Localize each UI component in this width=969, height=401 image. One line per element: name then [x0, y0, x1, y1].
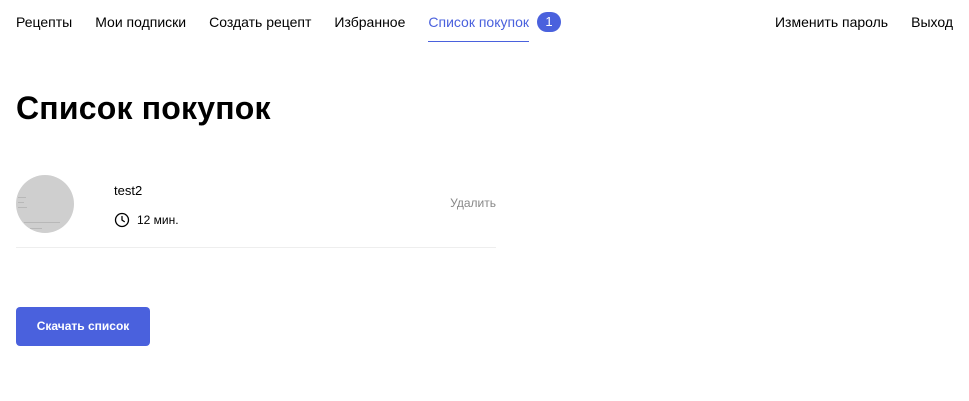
nav-item-shopping-list[interactable]: Список покупок 1	[428, 0, 561, 42]
nav-item-label: Изменить пароль	[774, 14, 889, 30]
recipe-time-value: 12 мин.	[137, 213, 179, 227]
download-list-button[interactable]: Скачать список	[16, 307, 150, 346]
nav-item-label: Мои подписки	[95, 14, 187, 30]
top-nav: Рецепты Мои подписки Создать рецепт Избр…	[16, 0, 953, 44]
nav-item-label: Список покупок	[428, 14, 529, 30]
recipe-name[interactable]: test2	[114, 183, 142, 199]
nav-left: Рецепты Мои подписки Создать рецепт Избр…	[16, 0, 561, 44]
nav-item-label: Выход	[911, 14, 953, 30]
nav-right: Изменить пароль Выход	[752, 0, 953, 44]
nav-item-recipes[interactable]: Рецепты	[16, 0, 72, 42]
nav-item-create-recipe[interactable]: Создать рецепт	[209, 0, 311, 42]
page: Рецепты Мои подписки Создать рецепт Избр…	[0, 0, 969, 401]
clock-icon	[114, 212, 130, 228]
shopping-list: test2 12 мин. Удалить	[16, 174, 496, 248]
list-item: test2 12 мин. Удалить	[16, 174, 496, 248]
nav-item-favorites[interactable]: Избранное	[334, 0, 405, 42]
page-title: Список покупок	[16, 90, 271, 126]
nav-item-label: Создать рецепт	[209, 14, 312, 30]
nav-item-label: Рецепты	[16, 14, 73, 30]
recipe-time: 12 мин.	[114, 211, 179, 229]
delete-button[interactable]: Удалить	[450, 196, 496, 210]
nav-item-label: Избранное	[334, 14, 406, 30]
nav-item-subscriptions[interactable]: Мои подписки	[95, 0, 186, 42]
recipe-image	[16, 175, 74, 233]
logout-link[interactable]: Выход	[911, 0, 953, 42]
change-password-link[interactable]: Изменить пароль	[775, 0, 888, 42]
shopping-count-badge: 1	[537, 12, 561, 32]
